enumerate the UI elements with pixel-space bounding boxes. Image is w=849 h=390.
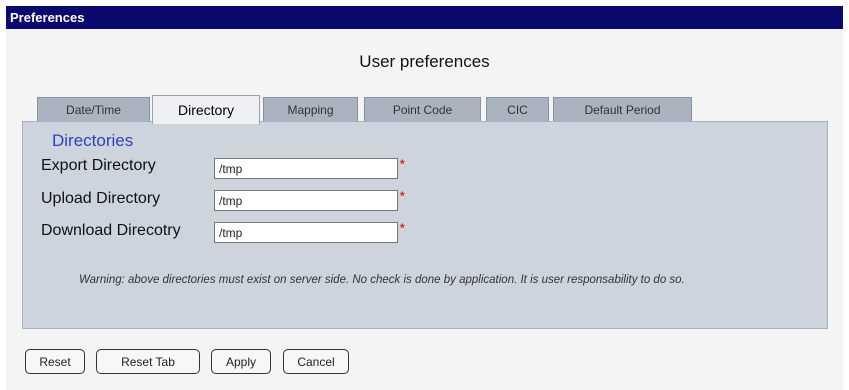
cancel-button[interactable]: Cancel: [283, 349, 349, 374]
reset-button[interactable]: Reset: [25, 349, 85, 374]
upload-directory-input[interactable]: [214, 190, 398, 211]
tab-directory[interactable]: Directory: [152, 95, 260, 124]
page-title: User preferences: [359, 52, 490, 71]
download-directory-label: Download Direcotry: [41, 222, 181, 239]
export-directory-label: Export Directory: [41, 157, 156, 174]
upload-directory-required-mark: *: [400, 189, 405, 203]
directories-section-title: Directories: [52, 131, 134, 150]
reset-tab-button[interactable]: Reset Tab: [96, 349, 200, 374]
export-directory-required-mark: *: [400, 157, 405, 171]
download-directory-required-mark: *: [400, 221, 405, 235]
tab-default-period[interactable]: Default Period: [553, 97, 692, 121]
window-title-bar: Preferences: [6, 6, 843, 29]
tab-cic[interactable]: CIC: [486, 97, 549, 121]
window-title: Preferences: [10, 10, 85, 25]
apply-button[interactable]: Apply: [211, 349, 271, 374]
warning-label: Warning:: [79, 274, 125, 286]
tab-mapping[interactable]: Mapping: [263, 97, 358, 121]
download-directory-input[interactable]: [214, 222, 398, 243]
export-directory-input[interactable]: [214, 158, 398, 179]
tab-point-code[interactable]: Point Code: [364, 97, 481, 121]
upload-directory-label: Upload Directory: [41, 190, 161, 207]
warning-text: above directories must exist on server s…: [124, 274, 685, 286]
warning-message: Warning: above directories must exist on…: [79, 272, 759, 289]
tab-date-time[interactable]: Date/Time: [37, 97, 150, 121]
